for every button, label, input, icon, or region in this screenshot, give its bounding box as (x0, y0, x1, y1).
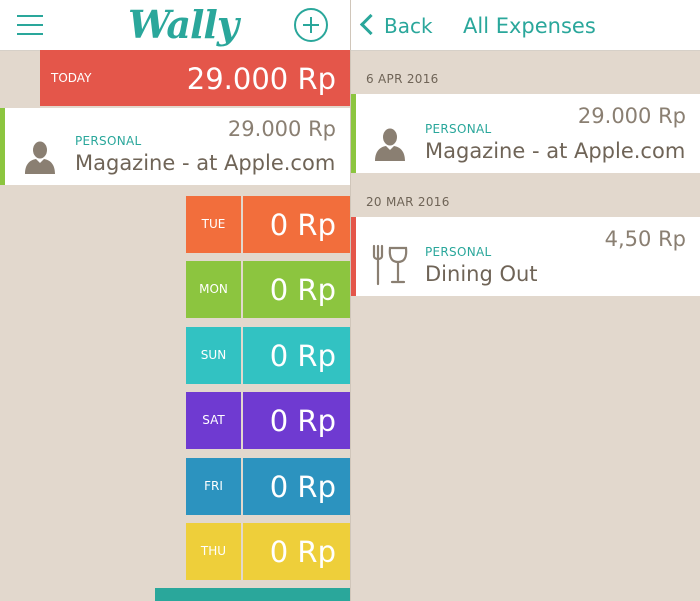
day-amount: 0 Rp (269, 208, 336, 242)
expense-category: PERSONAL (75, 134, 142, 148)
days-pane: Wally TODAY 29.000 Rp PERSONAL 29.000 Rp… (0, 0, 350, 601)
expense-amount: 29.000 Rp (227, 117, 336, 141)
page-title: All Expenses (463, 14, 596, 38)
app-logo: Wally (128, 2, 239, 47)
day-row-mon[interactable]: MON 0 Rp (186, 261, 350, 318)
day-row-sun[interactable]: SUN 0 Rp (186, 327, 350, 384)
fork-wine-glass-icon (372, 244, 408, 290)
add-expense-button[interactable] (294, 8, 328, 42)
category-accent (0, 108, 5, 185)
person-icon (374, 127, 406, 165)
date-header: 20 MAR 2016 (366, 195, 450, 209)
day-label: SAT (202, 413, 225, 427)
chevron-left-icon (359, 13, 382, 36)
category-accent (351, 94, 356, 173)
expense-description: Magazine - at Apple.com (425, 139, 686, 163)
bottom-bar[interactable] (155, 588, 350, 601)
day-row-thu[interactable]: THU 0 Rp (186, 523, 350, 580)
expense-description: Dining Out (425, 262, 538, 286)
back-label: Back (384, 14, 433, 38)
day-label: SUN (200, 348, 227, 362)
day-amount: 0 Rp (269, 339, 336, 373)
date-header: 6 APR 2016 (366, 72, 439, 86)
person-icon (24, 140, 56, 178)
today-amount: 29.000 Rp (186, 62, 336, 96)
expense-amount: 4,50 Rp (604, 227, 686, 251)
today-label: TODAY (51, 71, 92, 85)
expense-category: PERSONAL (425, 122, 492, 136)
today-expense-card[interactable]: PERSONAL 29.000 Rp Magazine - at Apple.c… (0, 108, 350, 185)
day-row-fri[interactable]: FRI 0 Rp (186, 458, 350, 515)
expense-category: PERSONAL (425, 245, 492, 259)
day-row-sat[interactable]: SAT 0 Rp (186, 392, 350, 449)
expense-card-dining[interactable]: PERSONAL 4,50 Rp Dining Out (351, 217, 700, 296)
day-label: FRI (204, 479, 223, 493)
expense-card-magazine[interactable]: PERSONAL 29.000 Rp Magazine - at Apple.c… (351, 94, 700, 173)
day-label: TUE (201, 217, 226, 231)
expense-amount: 29.000 Rp (577, 104, 686, 128)
category-accent (351, 217, 356, 296)
day-row-tue[interactable]: TUE 0 Rp (186, 196, 350, 253)
today-row[interactable]: TODAY 29.000 Rp (40, 50, 350, 106)
expense-description: Magazine - at Apple.com (75, 151, 336, 175)
menu-icon[interactable] (17, 15, 43, 35)
day-amount: 0 Rp (269, 470, 336, 504)
all-expenses-pane: Back All Expenses 6 APR 2016 PERSONAL 29… (351, 0, 700, 601)
day-amount: 0 Rp (269, 535, 336, 569)
day-amount: 0 Rp (269, 273, 336, 307)
day-amount: 0 Rp (269, 404, 336, 438)
day-label: THU (200, 544, 227, 558)
day-label: MON (199, 282, 228, 296)
